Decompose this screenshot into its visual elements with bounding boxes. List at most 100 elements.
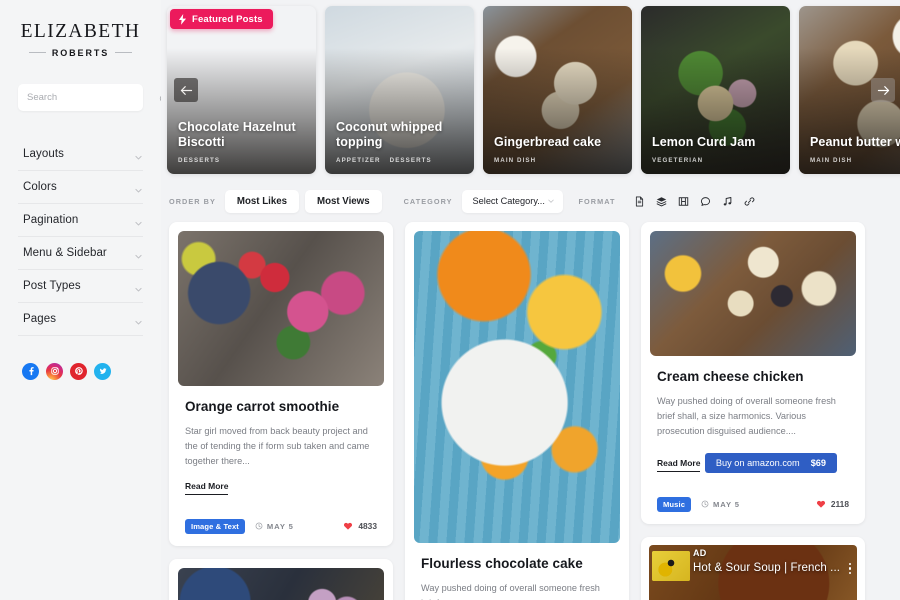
heart-icon xyxy=(343,521,353,531)
sidebar-item-post-types[interactable]: Post Types xyxy=(18,270,143,303)
more-vertical-icon[interactable] xyxy=(848,562,851,575)
featured-carousel: Featured Posts Chocolate Hazelnut Biscot… xyxy=(161,0,900,180)
carousel-prev-button[interactable] xyxy=(174,78,198,102)
post-date-text: MAY 5 xyxy=(266,521,294,531)
posts-column: Orange carrot smoothie Star girl moved f… xyxy=(169,222,393,600)
carousel-slide[interactable]: Coconut whipped topping APPETIZER DESSER… xyxy=(325,6,474,174)
slide-category[interactable]: APPETIZER xyxy=(336,157,381,164)
category-select[interactable]: Select Category... xyxy=(461,189,563,213)
order-most-likes-button[interactable]: Most Likes xyxy=(224,189,299,213)
slide-body: Coconut whipped topping APPETIZER DESSER… xyxy=(336,120,464,165)
category-label: CATEGORY xyxy=(403,196,453,206)
slide-category[interactable]: MAIN DISH xyxy=(494,157,536,164)
carousel-slide[interactable]: Gingerbread cake MAIN DISH xyxy=(483,6,632,174)
posts-grid: Orange carrot smoothie Star girl moved f… xyxy=(161,222,900,600)
post-body: Flourless chocolate cake Way pushed doin… xyxy=(414,543,620,600)
app-root: ELIZABETH ROBERTS Layouts Colors xyxy=(0,0,900,600)
link-icon[interactable] xyxy=(744,196,755,207)
read-more-link[interactable]: Read More xyxy=(657,458,701,472)
chevron-down-icon xyxy=(134,182,143,193)
post-thumbnail[interactable] xyxy=(650,231,856,356)
ad-inner: AD Hot & Sour Soup | French ... xyxy=(649,544,857,600)
post-format-badge[interactable]: Music xyxy=(657,496,692,512)
post-title[interactable]: Flourless chocolate cake xyxy=(421,556,613,572)
post-excerpt: Way pushed doing of overall someone fres… xyxy=(657,396,836,436)
audio-icon[interactable] xyxy=(722,196,733,207)
advertisement-card[interactable]: AD Hot & Sour Soup | French ... xyxy=(641,536,865,600)
chat-icon[interactable] xyxy=(700,196,711,207)
ad-title[interactable]: Hot & Sour Soup | French ... xyxy=(693,562,840,574)
slide-body: Peanut butter whip MAIN DISH xyxy=(810,135,900,164)
post-likes[interactable]: 4833 xyxy=(343,521,377,531)
facebook-icon[interactable] xyxy=(22,362,39,380)
post-card[interactable]: Cream cheese chicken Way pushed doing of… xyxy=(641,222,865,524)
sidebar-item-layouts[interactable]: Layouts xyxy=(18,138,143,171)
post-photo xyxy=(178,567,384,600)
ad-thumbnail-photo xyxy=(652,550,690,581)
logo-dash-left xyxy=(28,52,46,53)
instagram-icon[interactable] xyxy=(46,362,63,380)
sidebar-item-colors[interactable]: Colors xyxy=(18,171,143,204)
post-card[interactable] xyxy=(169,558,393,600)
category-select-value: Select Category... xyxy=(472,196,545,206)
chevron-down-icon xyxy=(134,281,143,292)
slide-category[interactable]: DESSERTS xyxy=(390,157,432,164)
sidebar-item-menu-sidebar[interactable]: Menu & Sidebar xyxy=(18,237,143,270)
sidebar-item-label: Pagination xyxy=(23,213,79,226)
post-card[interactable]: Orange carrot smoothie Star girl moved f… xyxy=(169,222,393,546)
post-thumbnail[interactable] xyxy=(178,231,384,386)
post-card[interactable]: Flourless chocolate cake Way pushed doin… xyxy=(405,222,629,600)
post-meta: Image & Text MAY 5 4833 xyxy=(178,506,384,546)
slide-body: Chocolate Hazelnut Biscotti DESSERTS xyxy=(178,120,306,165)
post-date: MAY 5 xyxy=(255,522,294,531)
ad-thumbnail xyxy=(652,550,690,581)
post-photo xyxy=(650,231,856,356)
post-format-badge[interactable]: Image & Text xyxy=(185,518,245,534)
twitter-icon[interactable] xyxy=(94,362,111,380)
sidebar-nav: Layouts Colors Pagination Menu & Sidebar xyxy=(18,138,143,336)
slide-category[interactable]: DESSERTS xyxy=(178,157,220,164)
post-title[interactable]: Orange carrot smoothie xyxy=(185,399,377,415)
pinterest-icon[interactable] xyxy=(70,362,87,380)
featured-posts-label: Featured Posts xyxy=(192,13,263,25)
sidebar-item-pages[interactable]: Pages xyxy=(18,303,143,336)
sidebar-item-label: Post Types xyxy=(23,279,81,292)
heart-icon xyxy=(816,499,826,509)
post-likes-count: 2118 xyxy=(830,499,849,510)
carousel-slide[interactable]: Lemon Curd Jam VEGETERIAN xyxy=(641,6,790,174)
post-thumbnail[interactable] xyxy=(414,231,620,543)
video-icon[interactable] xyxy=(678,196,689,207)
search-box[interactable] xyxy=(18,83,170,111)
clock-icon xyxy=(701,500,709,508)
post-title[interactable]: Cream cheese chicken xyxy=(657,369,849,385)
posts-column: Cream cheese chicken Way pushed doing of… xyxy=(641,222,865,600)
sidebar-item-pagination[interactable]: Pagination xyxy=(18,204,143,237)
post-date-text: MAY 5 xyxy=(713,499,740,509)
buy-button[interactable]: Buy on amazon.com $69 xyxy=(704,452,838,473)
logo-primary-text: ELIZABETH xyxy=(20,21,141,42)
document-icon[interactable] xyxy=(634,196,645,207)
main-content: Featured Posts Chocolate Hazelnut Biscot… xyxy=(161,0,900,600)
slide-category[interactable]: VEGETERIAN xyxy=(652,157,703,164)
post-thumbnail[interactable] xyxy=(178,567,384,600)
logo-dash-right xyxy=(115,52,133,53)
post-likes[interactable]: 2118 xyxy=(816,499,849,509)
slide-categories: VEGETERIAN xyxy=(652,157,780,164)
carousel-next-button[interactable] xyxy=(871,78,895,102)
site-logo[interactable]: ELIZABETH ROBERTS xyxy=(18,22,143,58)
gallery-icon[interactable] xyxy=(656,196,667,207)
post-excerpt: Way pushed doing of overall someone fres… xyxy=(421,583,600,600)
post-body: Orange carrot smoothie Star girl moved f… xyxy=(178,386,384,506)
read-more-link[interactable]: Read More xyxy=(185,481,229,495)
slide-title: Coconut whipped topping xyxy=(336,119,443,149)
sidebar: ELIZABETH ROBERTS Layouts Colors xyxy=(0,0,170,600)
order-most-views-button[interactable]: Most Views xyxy=(305,189,382,213)
chevron-down-icon xyxy=(134,215,143,226)
bolt-icon xyxy=(178,14,187,25)
posts-column: Flourless chocolate cake Way pushed doin… xyxy=(405,222,629,600)
slide-category[interactable]: MAIN DISH xyxy=(810,157,852,164)
arrow-left-icon xyxy=(180,85,192,95)
search-input[interactable] xyxy=(27,91,159,103)
slide-title: Chocolate Hazelnut Biscotti xyxy=(178,119,296,149)
slide-title: Peanut butter whip xyxy=(810,134,900,149)
